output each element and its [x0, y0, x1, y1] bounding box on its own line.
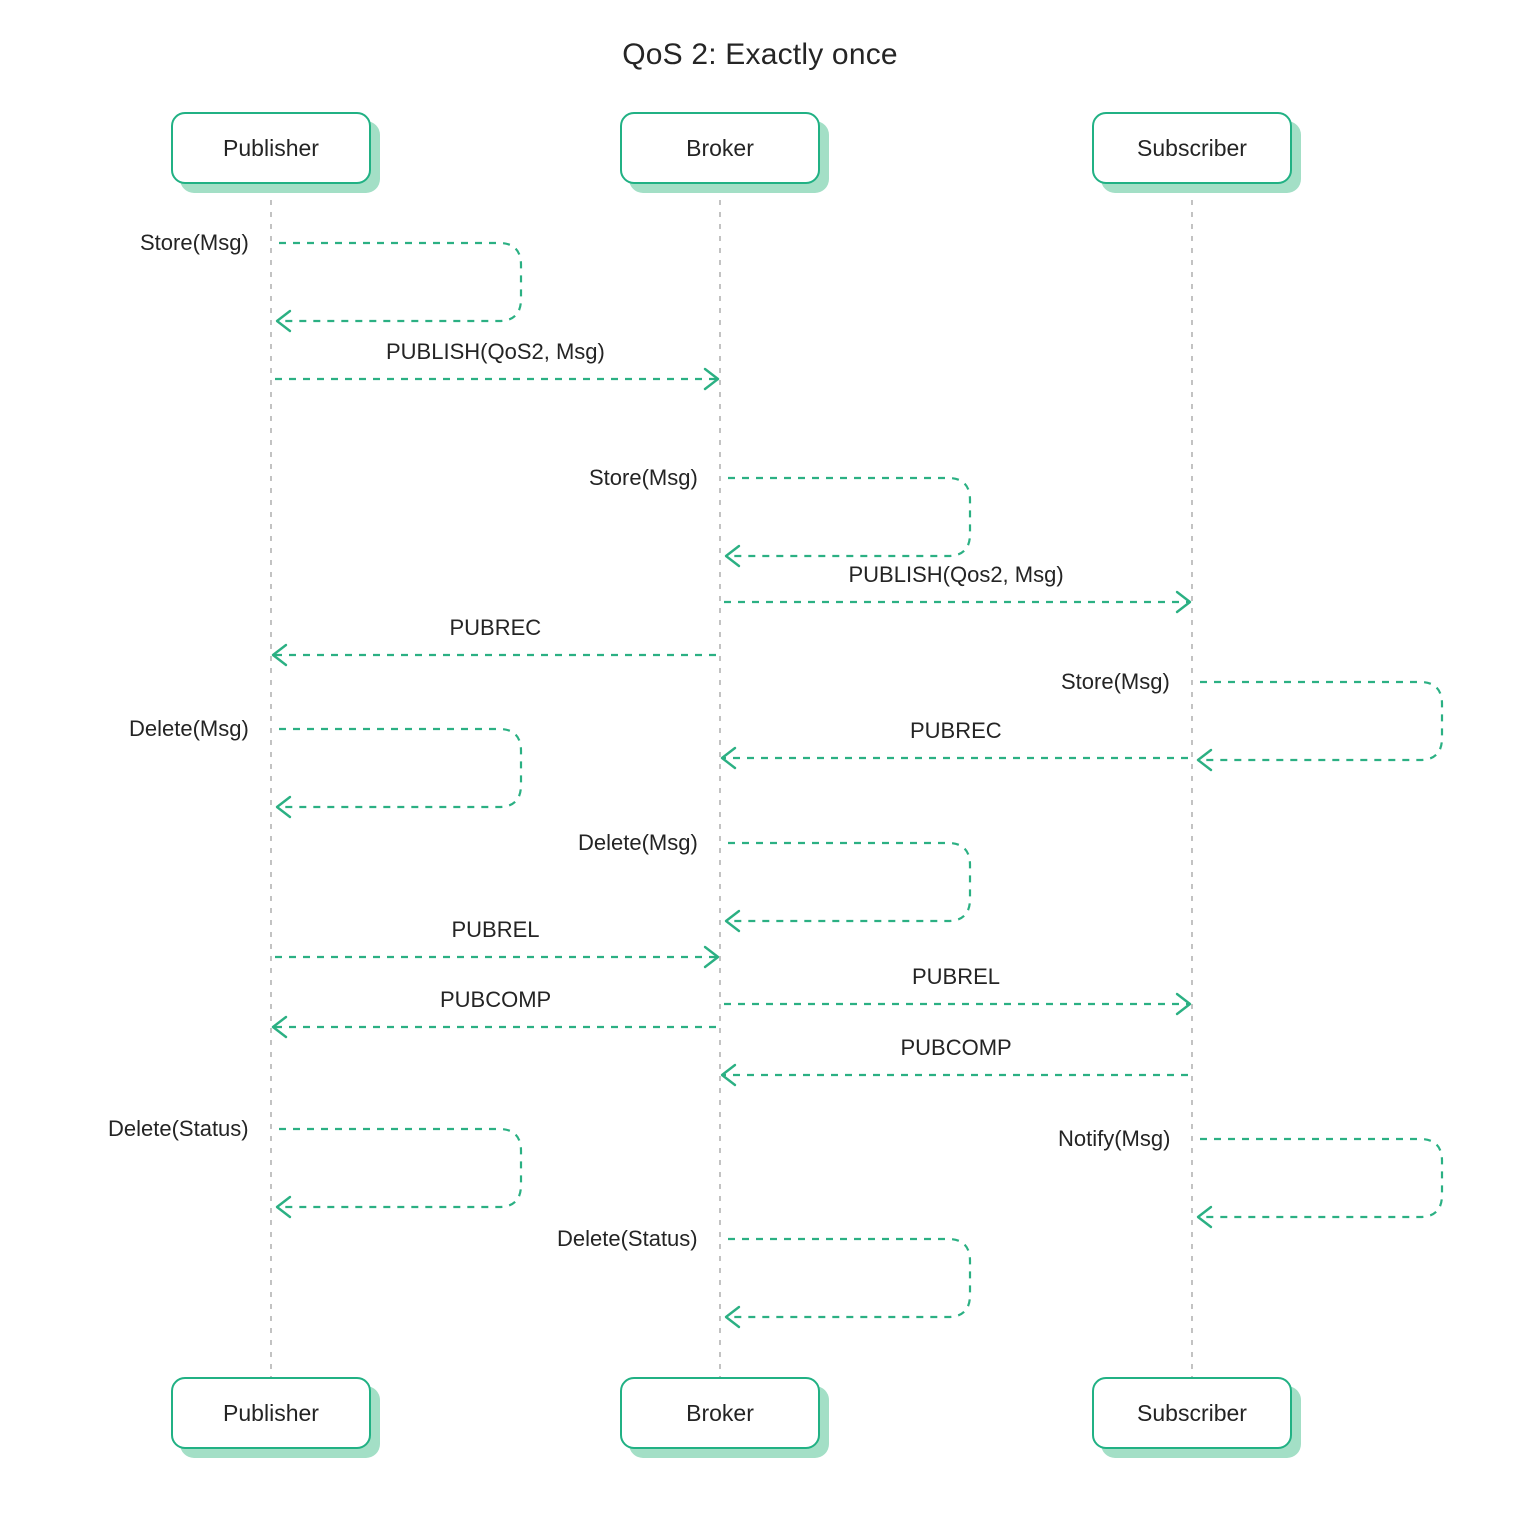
message-label-m16: Delete(Status): [557, 1226, 698, 1251]
actor-box-broker-top[interactable]: Broker: [620, 112, 820, 184]
actor-box-publisher-bottom[interactable]: Publisher: [171, 1377, 371, 1449]
arrowhead-m14: [275, 1195, 292, 1219]
message-label-m13: PUBCOMP: [900, 1035, 1012, 1060]
actor-label-publisher-top: Publisher: [223, 134, 319, 161]
self-loop-m14: [279, 1127, 523, 1209]
arrowhead-m8: [720, 746, 737, 770]
message-label-m14: Delete(Status): [108, 1116, 249, 1141]
message-label-m2: PUBLISH(QoS2, Msg): [386, 339, 605, 364]
self-loop-m9: [728, 841, 972, 923]
actor-label-publisher-bottom: Publisher: [223, 1399, 319, 1426]
arrows-group: [271, 241, 1444, 1329]
actor-box-broker-bottom[interactable]: Broker: [620, 1377, 820, 1449]
arrowhead-m3: [724, 544, 741, 568]
arrowhead-m4: [1175, 590, 1192, 614]
message-label-m6: Store(Msg): [1061, 669, 1170, 694]
message-label-m12: PUBCOMP: [440, 987, 552, 1012]
arrowhead-m13: [720, 1063, 737, 1087]
actor-box-subscriber-top[interactable]: Subscriber: [1092, 112, 1292, 184]
self-loop-m3: [728, 476, 972, 558]
arrowhead-m2: [703, 367, 720, 391]
page-title: QoS 2: Exactly once: [622, 38, 898, 71]
arrowhead-m7: [275, 795, 292, 819]
arrowhead-m5: [271, 643, 288, 667]
arrowhead-m16: [724, 1305, 741, 1329]
actor-label-subscriber-top: Subscriber: [1137, 134, 1247, 161]
actor-label-subscriber-bottom: Subscriber: [1137, 1399, 1247, 1426]
arrowhead-m9: [724, 909, 741, 933]
actor-box-subscriber-bottom[interactable]: Subscriber: [1092, 1377, 1292, 1449]
arrowhead-m15: [1196, 1205, 1213, 1229]
actor-label-broker-bottom: Broker: [686, 1399, 754, 1426]
message-label-m1: Store(Msg): [140, 230, 249, 255]
self-loop-m1: [279, 241, 523, 323]
self-loop-m16: [728, 1237, 972, 1319]
message-label-m15: Notify(Msg): [1058, 1126, 1171, 1151]
self-loop-m15: [1200, 1137, 1444, 1219]
sequence-diagram: QoS 2: Exactly once Publisher Broker Subsc…: [0, 0, 1520, 1536]
lifelines-group: [270, 188, 1193, 1377]
arrowhead-m11: [1175, 992, 1192, 1016]
message-label-m8: PUBREC: [910, 718, 1002, 743]
arrowhead-m1: [275, 309, 292, 333]
message-label-m5: PUBREC: [449, 615, 542, 640]
message-label-m9: Delete(Msg): [578, 830, 698, 855]
message-label-m4: PUBLISH(Qos2, Msg): [848, 562, 1064, 587]
arrowhead-m10: [703, 945, 720, 969]
actor-box-publisher-top[interactable]: Publisher: [171, 112, 371, 184]
arrowhead-m6: [1196, 748, 1213, 772]
self-loop-m6: [1200, 680, 1444, 762]
self-loop-m7: [279, 727, 523, 809]
message-label-m11: PUBREL: [912, 964, 1001, 989]
arrowhead-m12: [271, 1015, 288, 1039]
actor-label-broker-top: Broker: [686, 134, 754, 161]
message-label-m7: Delete(Msg): [129, 716, 249, 741]
message-label-m10: PUBREL: [451, 917, 540, 942]
message-label-m3: Store(Msg): [589, 465, 698, 490]
